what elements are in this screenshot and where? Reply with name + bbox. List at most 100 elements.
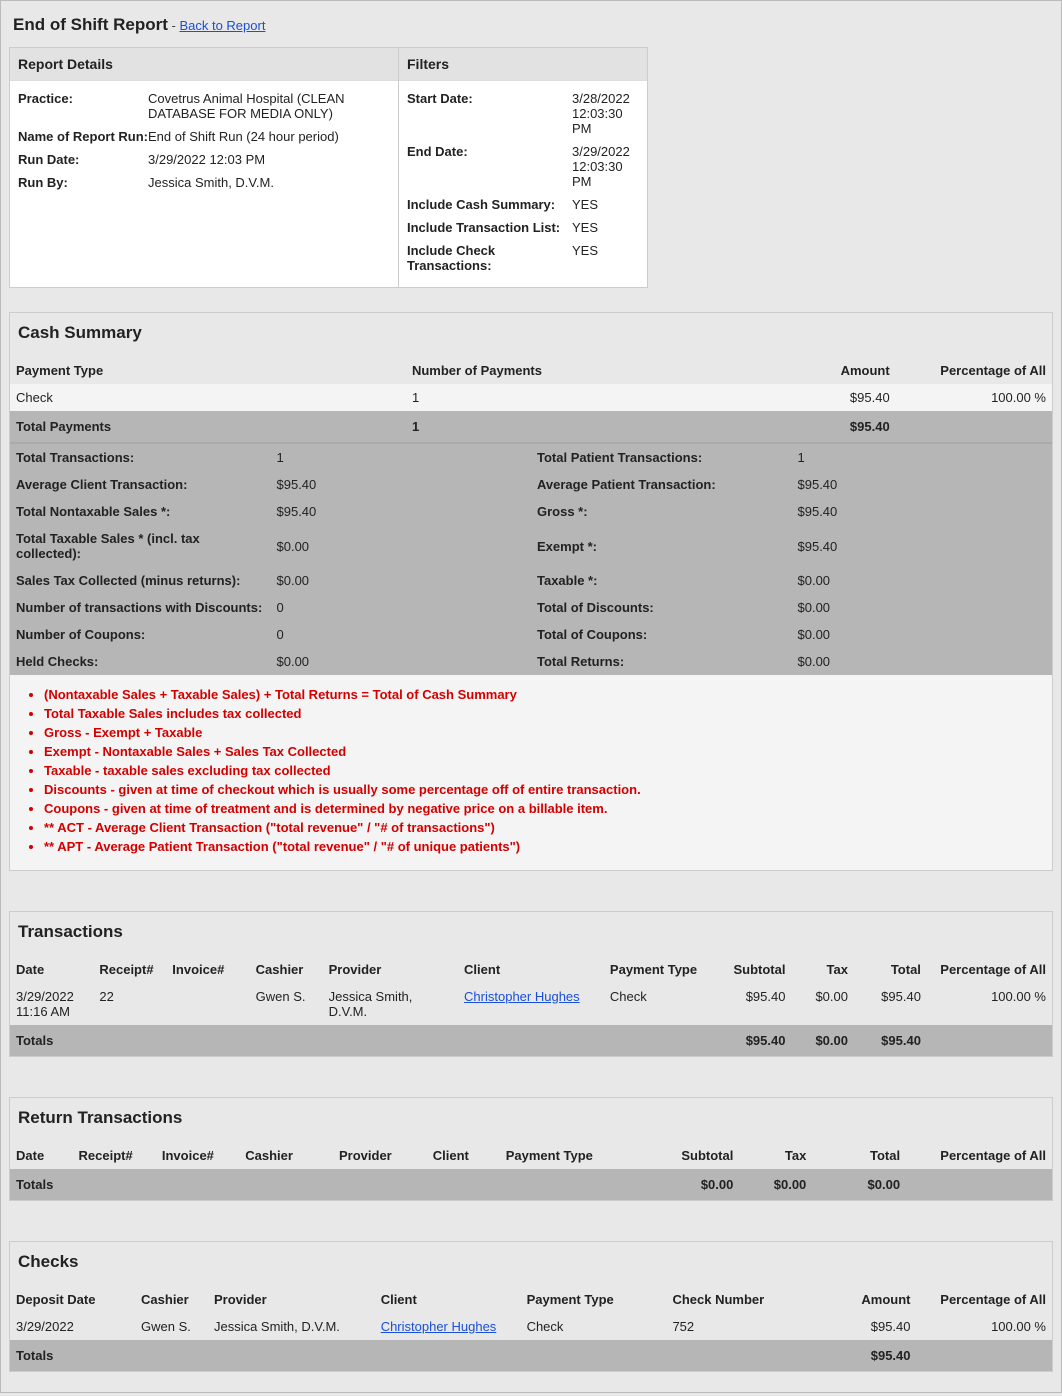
table-row: 3/29/2022 11:16 AM 22 Gwen S. Jessica Sm… bbox=[10, 983, 1052, 1025]
stat-value: 0 bbox=[271, 594, 532, 621]
col-pct: Percentage of All bbox=[896, 357, 1052, 384]
col-provider: Provider bbox=[323, 956, 458, 983]
report-details-panel: Report Details Practice:Covetrus Animal … bbox=[9, 47, 399, 288]
stat-label: Total Returns: bbox=[531, 648, 792, 675]
stat-value: $95.40 bbox=[271, 471, 532, 498]
cell-date: 3/29/2022 11:16 AM bbox=[10, 983, 93, 1025]
totals-total: $0.00 bbox=[812, 1169, 906, 1200]
note-item: ** ACT - Average Client Transaction ("to… bbox=[44, 818, 1042, 837]
filter-row: Include Transaction List:YES bbox=[407, 216, 639, 239]
totals-empty bbox=[917, 1340, 1053, 1371]
stat-value: $0.00 bbox=[792, 648, 1053, 675]
cell-checknum: 752 bbox=[666, 1313, 791, 1340]
col-provider: Provider bbox=[208, 1286, 375, 1313]
totals-empty bbox=[906, 1169, 1052, 1200]
cell-client: Christopher Hughes bbox=[458, 983, 604, 1025]
checks-table: Deposit Date Cashier Provider Client Pay… bbox=[10, 1286, 1052, 1371]
filter-label: Start Date: bbox=[407, 91, 572, 106]
col-num-payments: Number of Payments bbox=[406, 357, 739, 384]
stat-label: Sales Tax Collected (minus returns): bbox=[10, 567, 271, 594]
totals-empty bbox=[927, 1025, 1052, 1056]
stat-label: Gross *: bbox=[531, 498, 792, 525]
table-header-row: Date Receipt# Invoice# Cashier Provider … bbox=[10, 956, 1052, 983]
stat-value: 0 bbox=[271, 621, 532, 648]
filter-row: Start Date:3/28/2022 12:03:30 PM bbox=[407, 87, 639, 140]
col-date: Date bbox=[10, 1142, 73, 1169]
stat-label: Exempt *: bbox=[531, 525, 792, 567]
col-amount: Amount bbox=[791, 1286, 916, 1313]
stat-row: Number of Coupons:0Total of Coupons:$0.0… bbox=[10, 621, 1052, 648]
totals-label: Totals bbox=[10, 1025, 719, 1056]
filter-row: Include Cash Summary:YES bbox=[407, 193, 639, 216]
totals-tax: $0.00 bbox=[791, 1025, 854, 1056]
return-transactions-heading: Return Transactions bbox=[10, 1098, 1052, 1142]
cell-client: Christopher Hughes bbox=[375, 1313, 521, 1340]
transactions-section: Transactions Date Receipt# Invoice# Cash… bbox=[9, 911, 1053, 1057]
cell-ptype: Check bbox=[521, 1313, 667, 1340]
detail-row: Run Date:3/29/2022 12:03 PM bbox=[18, 148, 390, 171]
cell-cashier: Gwen S. bbox=[250, 983, 323, 1025]
stat-label: Number of transactions with Discounts: bbox=[10, 594, 271, 621]
col-tax: Tax bbox=[791, 956, 854, 983]
detail-row: Name of Report Run:End of Shift Run (24 … bbox=[18, 125, 390, 148]
detail-label: Practice: bbox=[18, 91, 148, 106]
col-tax: Tax bbox=[739, 1142, 812, 1169]
col-payment-type: Payment Type bbox=[10, 357, 406, 384]
cell-receipt: 22 bbox=[93, 983, 166, 1025]
total-empty bbox=[896, 411, 1052, 442]
col-invoice: Invoice# bbox=[166, 956, 249, 983]
cell-tax: $0.00 bbox=[791, 983, 854, 1025]
client-link[interactable]: Christopher Hughes bbox=[381, 1319, 497, 1334]
checks-heading: Checks bbox=[10, 1242, 1052, 1286]
cell-cashier: Gwen S. bbox=[135, 1313, 208, 1340]
transactions-heading: Transactions bbox=[10, 912, 1052, 956]
stat-label: Average Patient Transaction: bbox=[531, 471, 792, 498]
col-pct: Percentage of All bbox=[917, 1286, 1053, 1313]
total-payments-row: Total Payments 1 $95.40 bbox=[10, 411, 1052, 442]
stat-value: $95.40 bbox=[271, 498, 532, 525]
note-item: Gross - Exempt + Taxable bbox=[44, 723, 1042, 742]
cell-amount: $95.40 bbox=[791, 1313, 916, 1340]
stat-value: $0.00 bbox=[271, 525, 532, 567]
col-checknum: Check Number bbox=[666, 1286, 791, 1313]
client-link[interactable]: Christopher Hughes bbox=[464, 989, 580, 1004]
col-total: Total bbox=[812, 1142, 906, 1169]
back-to-report-link[interactable]: Back to Report bbox=[179, 18, 265, 33]
totals-row: Totals $95.40 bbox=[10, 1340, 1052, 1371]
col-invoice: Invoice# bbox=[156, 1142, 239, 1169]
table-row: 3/29/2022 Gwen S. Jessica Smith, D.V.M. … bbox=[10, 1313, 1052, 1340]
cash-summary-heading: Cash Summary bbox=[10, 313, 1052, 357]
table-header-row: Date Receipt# Invoice# Cashier Provider … bbox=[10, 1142, 1052, 1169]
detail-value: Jessica Smith, D.V.M. bbox=[148, 175, 390, 190]
col-cashier: Cashier bbox=[250, 956, 323, 983]
note-item: Taxable - taxable sales excluding tax co… bbox=[44, 761, 1042, 780]
cell-type: Check bbox=[10, 384, 406, 411]
table-header-row: Deposit Date Cashier Provider Client Pay… bbox=[10, 1286, 1052, 1313]
col-client: Client bbox=[427, 1142, 500, 1169]
stat-row: Sales Tax Collected (minus returns):$0.0… bbox=[10, 567, 1052, 594]
totals-label: Totals bbox=[10, 1340, 791, 1371]
stat-label: Total Taxable Sales * (incl. tax collect… bbox=[10, 525, 271, 567]
stat-label: Total of Coupons: bbox=[531, 621, 792, 648]
totals-subtotal: $0.00 bbox=[656, 1169, 739, 1200]
cash-summary-section: Cash Summary Payment Type Number of Paym… bbox=[9, 312, 1053, 871]
detail-value: End of Shift Run (24 hour period) bbox=[148, 129, 390, 144]
return-transactions-section: Return Transactions Date Receipt# Invoic… bbox=[9, 1097, 1053, 1201]
stat-label: Total Patient Transactions: bbox=[531, 444, 792, 471]
col-subtotal: Subtotal bbox=[719, 956, 792, 983]
totals-subtotal: $95.40 bbox=[719, 1025, 792, 1056]
filter-value: 3/29/2022 12:03:30 PM bbox=[572, 144, 639, 189]
stat-label: Held Checks: bbox=[10, 648, 271, 675]
totals-total: $95.40 bbox=[854, 1025, 927, 1056]
detail-value: Covetrus Animal Hospital (CLEAN DATABASE… bbox=[148, 91, 390, 121]
note-item: Discounts - given at time of checkout wh… bbox=[44, 780, 1042, 799]
cell-pct: 100.00 % bbox=[917, 1313, 1053, 1340]
detail-label: Run Date: bbox=[18, 152, 148, 167]
stat-value: $95.40 bbox=[792, 498, 1053, 525]
col-client: Client bbox=[375, 1286, 521, 1313]
col-date: Date bbox=[10, 956, 93, 983]
col-cashier: Cashier bbox=[239, 1142, 333, 1169]
cell-pct: 100.00 % bbox=[927, 983, 1052, 1025]
return-transactions-table: Date Receipt# Invoice# Cashier Provider … bbox=[10, 1142, 1052, 1200]
totals-tax: $0.00 bbox=[739, 1169, 812, 1200]
